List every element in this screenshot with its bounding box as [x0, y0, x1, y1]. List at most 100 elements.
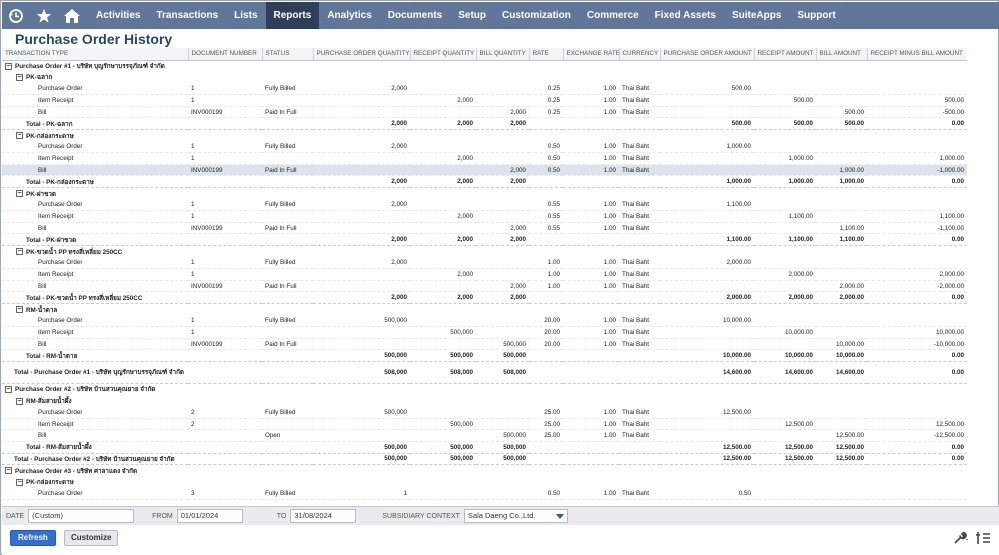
column-header-exchange-rate[interactable]: EXCHANGE RATE	[562, 48, 619, 61]
recent-records-icon[interactable]	[2, 2, 30, 29]
cell-transaction-type: − PK-ขวดน้ำ PP ทรงสี่เหลี่ยม 250CC	[2, 246, 188, 258]
nav-setup[interactable]: Setup	[450, 2, 494, 29]
column-header-bill-amount[interactable]: BILL AMOUNT	[815, 48, 867, 61]
cell-exchange-rate	[563, 60, 619, 72]
cell-bill-quantity	[476, 83, 529, 96]
table-header-row: TRANSACTION TYPE DOCUMENT NUMBER STATUS …	[2, 48, 967, 61]
from-date-field[interactable]: 01/01/2024	[176, 509, 243, 523]
cell-bill-quantity	[476, 94, 529, 107]
table-row[interactable]: Purchase Order 1 Fully Billed 2,000 0.55 1.00…	[2, 199, 967, 212]
row-label[interactable]: Bill	[38, 283, 46, 290]
table-row[interactable]: Purchase Order 1 Fully Billed 2,000 0.25 1.00…	[2, 83, 967, 96]
customize-button[interactable]: Customize	[64, 530, 119, 546]
collapse-toggle-icon[interactable]: −	[5, 467, 12, 475]
table-row[interactable]: Bill INV000199 Paid In Full 2,000 0.55 1.00 Th…	[2, 222, 967, 235]
row-label[interactable]: Purchase Order	[38, 490, 82, 497]
subsidiary-context-value: Sala Daeng Co.,Ltd.	[467, 511, 536, 520]
row-label[interactable]: Purchase Order	[38, 259, 82, 266]
cell-receipt-minus-bill	[867, 141, 967, 154]
collapse-toggle-icon[interactable]: −	[16, 190, 23, 198]
cell-bill-quantity: 500,000	[476, 453, 529, 466]
nav-analytics[interactable]: Analytics	[319, 2, 379, 29]
nav-support[interactable]: Support	[789, 2, 843, 29]
row-label[interactable]: Bill	[38, 109, 46, 116]
table-row[interactable]: Item Receipt 2 500,000 25.00 1.00 Thai Baht 12…	[2, 418, 967, 431]
nav-transactions[interactable]: Transactions	[148, 2, 226, 29]
row-label[interactable]: Purchase Order	[38, 143, 82, 150]
row-label[interactable]: Bill	[38, 432, 46, 439]
row-label[interactable]: Bill	[38, 225, 46, 232]
row-label[interactable]: Item Receipt	[38, 213, 73, 220]
table-row[interactable]: Bill Open 500,000 25.00 1.00 Thai Baht 12,500.…	[2, 429, 967, 442]
nav-reports[interactable]: Reports	[265, 2, 320, 29]
collapse-toggle-icon[interactable]: −	[16, 132, 23, 140]
collapse-toggle-icon[interactable]: −	[16, 306, 23, 314]
nav-activities[interactable]: Activities	[88, 2, 148, 29]
column-header-status[interactable]: STATUS	[261, 48, 313, 61]
collapse-toggle-icon[interactable]: −	[5, 62, 12, 70]
nav-documents[interactable]: Documents	[380, 2, 450, 29]
row-label[interactable]: Bill	[38, 341, 46, 348]
table-row[interactable]: Purchase Order 1 Fully Billed 500,000 20.00 1…	[2, 315, 967, 328]
cell-rate: 0.50	[529, 152, 563, 165]
row-label[interactable]: Item Receipt	[38, 155, 73, 162]
row-label[interactable]: Purchase Order	[38, 85, 82, 92]
table-row[interactable]: Bill INV000199 Paid In Full 500,000 20.00 1.0…	[2, 338, 967, 351]
nav-suiteapps[interactable]: SuiteApps	[724, 2, 789, 29]
table-row[interactable]: Item Receipt 1 500,000 20.00 1.00 Thai Baht 10…	[2, 326, 967, 339]
collapse-toggle-icon[interactable]: −	[5, 386, 12, 394]
nav-lists[interactable]: Lists	[226, 2, 265, 29]
column-header-bill-quantity[interactable]: BILL QUANTITY	[475, 48, 529, 61]
column-header-po-amount[interactable]: PURCHASE ORDER AMOUNT	[659, 48, 754, 61]
group-row: − PK-ฉลาก	[2, 72, 967, 84]
row-label[interactable]: Item Receipt	[38, 329, 73, 336]
row-label[interactable]: Purchase Order	[38, 201, 82, 208]
table-row[interactable]: Item Receipt 1 2,000 1.00 1.00 Thai Baht 2,000…	[2, 268, 967, 281]
home-icon[interactable]	[58, 2, 86, 29]
table-row[interactable]: Purchase Order 1 Fully Billed 2,000 1.00 1.00…	[2, 257, 967, 270]
collapse-toggle-icon[interactable]: −	[16, 248, 23, 256]
cell-bill-amount: 500.00	[816, 117, 867, 131]
favorites-star-icon[interactable]	[30, 2, 58, 29]
column-header-po-quantity[interactable]: PURCHASE ORDER QUANTITY	[312, 48, 410, 61]
cell-po-quantity	[313, 246, 410, 258]
table-row[interactable]: Purchase Order 2 Fully Billed 500,000 25.00 1…	[2, 406, 967, 419]
table-row[interactable]: Item Receipt 1 2,000 0.25 1.00 Thai Baht 500.0…	[2, 94, 967, 107]
column-header-receipt-amount[interactable]: RECEIPT AMOUNT	[753, 48, 816, 61]
row-label[interactable]: Item Receipt	[38, 97, 73, 104]
cell-transaction-type: − Purchase Order #2 - บริษัท บ้านสวนคุณยา…	[2, 383, 188, 395]
table-row[interactable]: Bill INV000199 Paid In Full 2,000 0.50 1.00 Th…	[2, 164, 967, 177]
column-header-document-number[interactable]: DOCUMENT NUMBER	[187, 48, 262, 61]
table-row[interactable]: Item Receipt 1 2,000 0.55 1.00 Thai Baht 1,100…	[2, 210, 967, 223]
table-row[interactable]: Purchase Order 3 Fully Billed 1 0.50 1.00 Thai…	[2, 487, 967, 500]
row-label[interactable]: Item Receipt	[38, 271, 73, 278]
collapse-toggle-icon[interactable]: −	[16, 397, 23, 405]
nav-commerce[interactable]: Commerce	[579, 2, 647, 29]
cell-bill-quantity	[476, 199, 529, 212]
row-label[interactable]: Purchase Order	[38, 317, 82, 324]
nav-fixed-assets[interactable]: Fixed Assets	[647, 2, 724, 29]
date-range-field[interactable]: (Custom)	[28, 509, 135, 523]
column-header-receipt-quantity[interactable]: RECEIPT QUANTITY	[409, 48, 476, 61]
nav-customization[interactable]: Customization	[494, 2, 579, 29]
row-label[interactable]: Item Receipt	[38, 421, 73, 428]
cell-receipt-quantity: 2,000	[410, 233, 476, 246]
row-label[interactable]: Purchase Order	[38, 409, 82, 416]
column-header-transaction-type[interactable]: TRANSACTION TYPE	[2, 48, 188, 61]
collapse-toggle-icon[interactable]: −	[16, 74, 23, 82]
report-table-container[interactable]: TRANSACTION TYPE DOCUMENT NUMBER STATUS …	[2, 48, 999, 506]
table-row[interactable]: Purchase Order 1 Fully Billed 2,000 0.50 1.00…	[2, 141, 967, 154]
subsidiary-context-select[interactable]: Sala Daeng Co.,Ltd.	[463, 509, 568, 523]
wrench-icon[interactable]	[953, 531, 969, 547]
table-row[interactable]: Bill INV000199 Paid In Full 2,000 0.25 1.00 Th…	[2, 106, 967, 119]
to-date-field[interactable]: 31/08/2024	[290, 509, 357, 523]
refresh-button[interactable]: Refresh	[10, 530, 56, 546]
collapse-toggle-icon[interactable]: −	[16, 478, 23, 486]
column-header-receipt-minus-bill[interactable]: RECEIPT MINUS BILL AMOUNT	[866, 48, 967, 61]
table-row[interactable]: Bill INV000199 Paid In Full 2,000 1.00 1.00 Th…	[2, 280, 967, 293]
table-row[interactable]: Item Receipt 1 2,000 0.50 1.00 Thai Baht 1,000…	[2, 152, 967, 165]
row-label[interactable]: Bill	[38, 167, 46, 174]
column-header-rate[interactable]: RATE	[528, 48, 563, 61]
filter-settings-icon[interactable]	[975, 531, 991, 547]
column-header-currency[interactable]: CURRENCY	[618, 48, 660, 61]
